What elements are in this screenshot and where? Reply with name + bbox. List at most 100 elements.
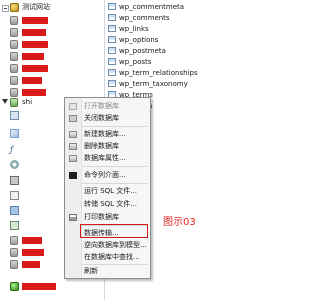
database-row[interactable] xyxy=(0,39,103,50)
database-icon xyxy=(10,260,18,269)
database-icon xyxy=(10,88,18,97)
menu-item-print-database[interactable]: 打印数据库 xyxy=(65,212,150,223)
redacted-name xyxy=(22,89,46,96)
connection-icon xyxy=(10,282,19,291)
connection-row[interactable] xyxy=(0,281,103,292)
table-item[interactable]: wp_posts xyxy=(105,57,213,67)
redacted-name xyxy=(22,17,48,24)
clock-icon xyxy=(10,160,19,169)
table-item[interactable]: wp_links xyxy=(105,24,213,34)
menu-item-label: 打开数据库 xyxy=(84,102,119,110)
open-database-icon xyxy=(69,103,77,110)
table-icon xyxy=(108,58,116,65)
new-database-icon xyxy=(69,131,77,138)
table-item[interactable]: wp_options xyxy=(105,35,213,45)
menu-item-run-sql-file[interactable]: 运行 SQL 文件... xyxy=(65,186,150,197)
menu-item-command-line[interactable]: 命令列介面... xyxy=(65,170,150,181)
menu-item-label: 删除数据库 xyxy=(84,142,119,150)
table-icon xyxy=(108,25,116,32)
expand-arrow-icon[interactable] xyxy=(2,99,8,104)
collapse-toggle-icon[interactable] xyxy=(2,5,9,12)
database-icon xyxy=(10,52,18,61)
report-icon xyxy=(10,191,19,200)
schedule-node[interactable] xyxy=(10,220,60,231)
table-item[interactable]: wp_term_relationships xyxy=(105,68,213,78)
table-name: wp_term_taxonomy xyxy=(119,80,188,88)
menu-item-label: 新建数据库... xyxy=(84,130,126,138)
close-database-icon xyxy=(69,115,77,122)
table-name: wp_posts xyxy=(119,58,152,66)
database-icon xyxy=(10,76,18,85)
highlight-box xyxy=(80,224,148,238)
table-item[interactable]: wp_term_taxonomy xyxy=(105,79,213,89)
database-row[interactable] xyxy=(0,27,103,38)
menu-item-refresh[interactable]: 刷新 xyxy=(65,266,150,277)
table-icon xyxy=(108,3,116,10)
database-icon xyxy=(10,248,18,257)
reports-node[interactable] xyxy=(10,190,60,201)
menu-item-label: 转储 SQL 文件... xyxy=(84,200,137,208)
menu-item-label: 命令列介面... xyxy=(84,171,126,179)
redacted-name xyxy=(22,237,42,244)
table-icon xyxy=(108,14,116,21)
menu-separator xyxy=(82,264,148,265)
backups-node[interactable] xyxy=(10,205,60,216)
table-item[interactable]: wp_postmeta xyxy=(105,46,213,56)
menu-item-new-database[interactable]: 新建数据库... xyxy=(65,129,150,140)
menu-separator xyxy=(82,166,148,167)
redacted-name xyxy=(22,41,48,48)
database-open-icon xyxy=(10,98,18,107)
redacted-name xyxy=(22,29,46,36)
table-item[interactable]: wp_commentmeta xyxy=(105,2,213,12)
menu-item-reverse-to-model[interactable]: 逆向数据库到模型... xyxy=(65,240,150,251)
function-icon: ƒ xyxy=(10,145,13,154)
database-row[interactable] xyxy=(0,63,103,74)
table-icon xyxy=(108,36,116,43)
annotation-caption: 图示03 xyxy=(163,217,196,228)
redacted-name xyxy=(22,249,44,256)
menu-item-label: 打印数据库 xyxy=(84,213,119,221)
views-node[interactable] xyxy=(10,128,60,139)
table-icon xyxy=(108,69,116,76)
redacted-name xyxy=(22,77,42,84)
connection-row[interactable]: 测试网站 xyxy=(0,2,103,13)
menu-separator xyxy=(82,126,148,127)
redacted-name xyxy=(22,53,44,60)
query-icon xyxy=(10,176,19,185)
table-name: wp_postmeta xyxy=(119,47,166,55)
printer-icon xyxy=(69,214,77,221)
table-name: wp_options xyxy=(119,36,159,44)
database-row[interactable] xyxy=(0,15,103,26)
database-icon xyxy=(10,16,18,25)
table-name: wp_comments xyxy=(119,14,170,22)
menu-item-label: 运行 SQL 文件... xyxy=(84,187,137,195)
menu-item-close-database[interactable]: 关闭数据库 xyxy=(65,113,150,124)
database-row[interactable] xyxy=(0,51,103,62)
menu-item-label: 逆向数据库到模型... xyxy=(84,241,147,249)
menu-item-database-properties[interactable]: 数据库属性... xyxy=(65,153,150,164)
menu-item-label: 刷新 xyxy=(84,267,98,275)
database-properties-icon xyxy=(69,155,77,162)
queries-node[interactable] xyxy=(10,175,60,186)
menu-item-open-database[interactable]: 打开数据库 xyxy=(65,101,150,112)
database-row[interactable] xyxy=(0,75,103,86)
table-name: wp_commentmeta xyxy=(119,3,185,11)
menu-item-delete-database[interactable]: 删除数据库 xyxy=(65,141,150,152)
functions-node[interactable]: ƒ xyxy=(10,144,60,155)
redacted-name xyxy=(22,65,48,72)
console-icon xyxy=(69,172,77,179)
database-icon xyxy=(10,40,18,49)
connection-icon xyxy=(10,3,19,12)
database-icon xyxy=(10,236,18,245)
menu-item-find-in-database[interactable]: 在数据库中查找... xyxy=(65,252,150,263)
database-label: shi xyxy=(22,98,33,106)
tables-node[interactable] xyxy=(10,110,60,121)
events-node[interactable] xyxy=(10,159,60,170)
menu-separator xyxy=(82,183,148,184)
connection-label: 测试网站 xyxy=(22,3,50,11)
table-name: wp_term_relationships xyxy=(119,69,198,77)
menu-item-dump-sql-file[interactable]: 转储 SQL 文件... xyxy=(65,199,150,210)
table-item[interactable]: wp_comments xyxy=(105,13,213,23)
views-icon xyxy=(10,129,19,138)
redacted-name xyxy=(22,261,40,268)
